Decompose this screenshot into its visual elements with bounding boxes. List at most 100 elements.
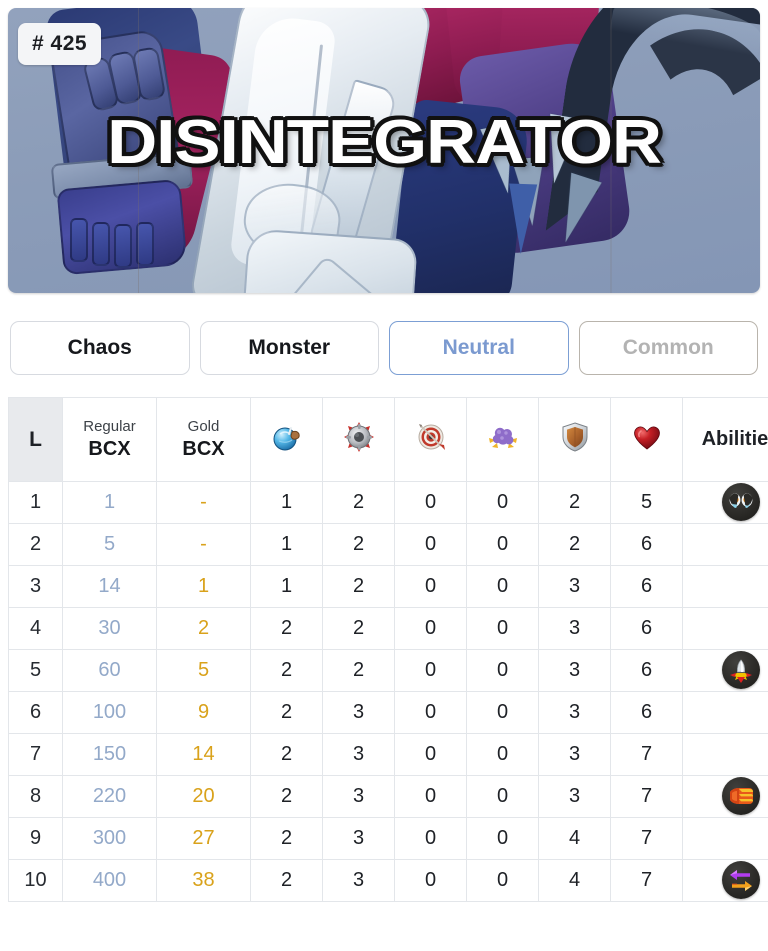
ranged-cell: 0 <box>394 649 467 692</box>
regular-bcx-cell: 14 <box>62 565 157 608</box>
attack-icon <box>343 421 374 458</box>
ability-cell <box>682 733 768 776</box>
gold-bcx-cell: 27 <box>156 817 251 860</box>
table-row: 11-120025 <box>8 481 768 524</box>
sneak-eyes-icon[interactable] <box>721 482 760 521</box>
card-name-title: DISINTEGRATOR <box>107 108 662 177</box>
armor-cell: 2 <box>538 481 611 524</box>
mana-icon <box>272 422 302 458</box>
ability-cell <box>682 607 768 650</box>
mana-cell: 1 <box>250 565 323 608</box>
header-abilities: Abilities <box>682 397 768 482</box>
magic-cell: 0 <box>466 523 539 566</box>
magic-cell: 0 <box>466 565 539 608</box>
armor-cell: 3 <box>538 691 611 734</box>
regular-bcx-cell: 300 <box>62 817 157 860</box>
level-cell: 4 <box>8 607 63 650</box>
regular-bcx-cell: 220 <box>62 775 157 818</box>
ranged-cell: 0 <box>394 859 467 902</box>
regular-bcx-cell: 30 <box>62 607 157 650</box>
level-cell: 1 <box>8 481 63 524</box>
armor-cell: 4 <box>538 817 611 860</box>
health-cell: 6 <box>610 565 683 608</box>
regular-bcx-cell: 100 <box>62 691 157 734</box>
card-art: # 425 DISINTEGRATOR <box>8 8 760 293</box>
gold-bcx-cell: 20 <box>156 775 251 818</box>
level-cell: 9 <box>8 817 63 860</box>
armor-cell: 3 <box>538 649 611 692</box>
attribute-button-edition[interactable]: Chaos <box>10 321 190 375</box>
attack-cell: 2 <box>322 649 395 692</box>
ranged-cell: 0 <box>394 691 467 734</box>
ranged-cell: 0 <box>394 523 467 566</box>
health-cell: 6 <box>610 691 683 734</box>
mana-cell: 2 <box>250 859 323 902</box>
magic-cell: 0 <box>466 649 539 692</box>
armor-cell: 3 <box>538 607 611 650</box>
header-gold-bcx-main: BCX <box>182 438 225 461</box>
attack-cell: 3 <box>322 691 395 734</box>
header-magic <box>466 397 539 482</box>
gold-bcx-cell: 1 <box>156 565 251 608</box>
health-cell: 7 <box>610 817 683 860</box>
attack-cell: 3 <box>322 859 395 902</box>
card-stats-table: L Regular BCX Gold BCX Abilitie 1 1 - 1 … <box>8 397 768 902</box>
health-cell: 7 <box>610 859 683 902</box>
opposing-arrows-icon[interactable] <box>721 860 760 899</box>
table-row: 8 220 20 2 3 0 0 3 7 <box>8 775 768 818</box>
ability-cell <box>682 565 768 608</box>
table-row: 7 150 14 2 3 0 0 3 7 <box>8 733 768 776</box>
attribute-button-splinter[interactable]: Neutral <box>389 321 569 375</box>
attack-cell: 2 <box>322 523 395 566</box>
level-cell: 3 <box>8 565 63 608</box>
magic-cell: 0 <box>466 481 539 524</box>
level-cell: 5 <box>8 649 63 692</box>
level-cell: 8 <box>8 775 63 818</box>
magic-cell: 0 <box>466 607 539 650</box>
ranged-cell: 0 <box>394 481 467 524</box>
header-level: L <box>8 397 63 482</box>
attribute-button-card-type[interactable]: Monster <box>199 321 379 375</box>
card-detail-page: # 425 DISINTEGRATOR Chaos Monster Neutra… <box>0 0 768 951</box>
ranged-cell: 0 <box>394 565 467 608</box>
attack-cell: 3 <box>322 817 395 860</box>
attack-cell: 3 <box>322 775 395 818</box>
ability-cell <box>682 691 768 734</box>
gold-bcx-cell: - <box>156 481 251 524</box>
health-cell: 5 <box>610 481 683 524</box>
armor-icon <box>560 421 590 458</box>
piercing-blade-icon[interactable] <box>721 650 760 689</box>
ability-cell <box>682 523 768 566</box>
card-attribute-row: Chaos Monster Neutral Common <box>0 293 768 397</box>
ranged-cell: 0 <box>394 733 467 776</box>
ability-cell <box>682 817 768 860</box>
table-header-row: L Regular BCX Gold BCX Abilitie <box>8 397 768 482</box>
table-row: 5 60 5 2 2 0 0 3 6 <box>8 649 768 692</box>
magic-cell: 0 <box>466 733 539 776</box>
table-row: 4 30 2 2 2 0 0 3 6 <box>8 607 768 650</box>
regular-bcx-cell: 1 <box>62 481 157 524</box>
attack-cell: 2 <box>322 481 395 524</box>
fist-icon[interactable] <box>721 776 760 815</box>
health-cell: 7 <box>610 733 683 776</box>
armor-cell: 3 <box>538 733 611 776</box>
stats-table-section: L Regular BCX Gold BCX Abilitie 1 1 - 1 … <box>0 397 768 916</box>
stats-table-body: 1 1-1 2 0 0 2 5 2 5-1 2 0 0 2 6 3 14 1 1 2 0 0 3 6 4 30 2 2 2 0 0 3 6 5 6… <box>8 481 768 902</box>
ranged-cell: 0 <box>394 775 467 818</box>
health-cell: 7 <box>610 775 683 818</box>
ranged-cell: 0 <box>394 607 467 650</box>
regular-bcx-cell: 400 <box>62 859 157 902</box>
attribute-button-rarity[interactable]: Common <box>578 321 758 375</box>
regular-bcx-cell: 150 <box>62 733 157 776</box>
level-cell: 2 <box>8 523 63 566</box>
health-cell: 6 <box>610 523 683 566</box>
magic-cell: 0 <box>466 775 539 818</box>
armor-cell: 2 <box>538 523 611 566</box>
ability-cell <box>682 859 768 902</box>
table-row: 25-120026 <box>8 523 768 566</box>
level-cell: 6 <box>8 691 63 734</box>
stats-table-head: L Regular BCX Gold BCX Abilitie <box>8 397 768 482</box>
mana-cell: 2 <box>250 775 323 818</box>
health-icon <box>632 422 662 458</box>
ability-cell <box>682 481 768 524</box>
